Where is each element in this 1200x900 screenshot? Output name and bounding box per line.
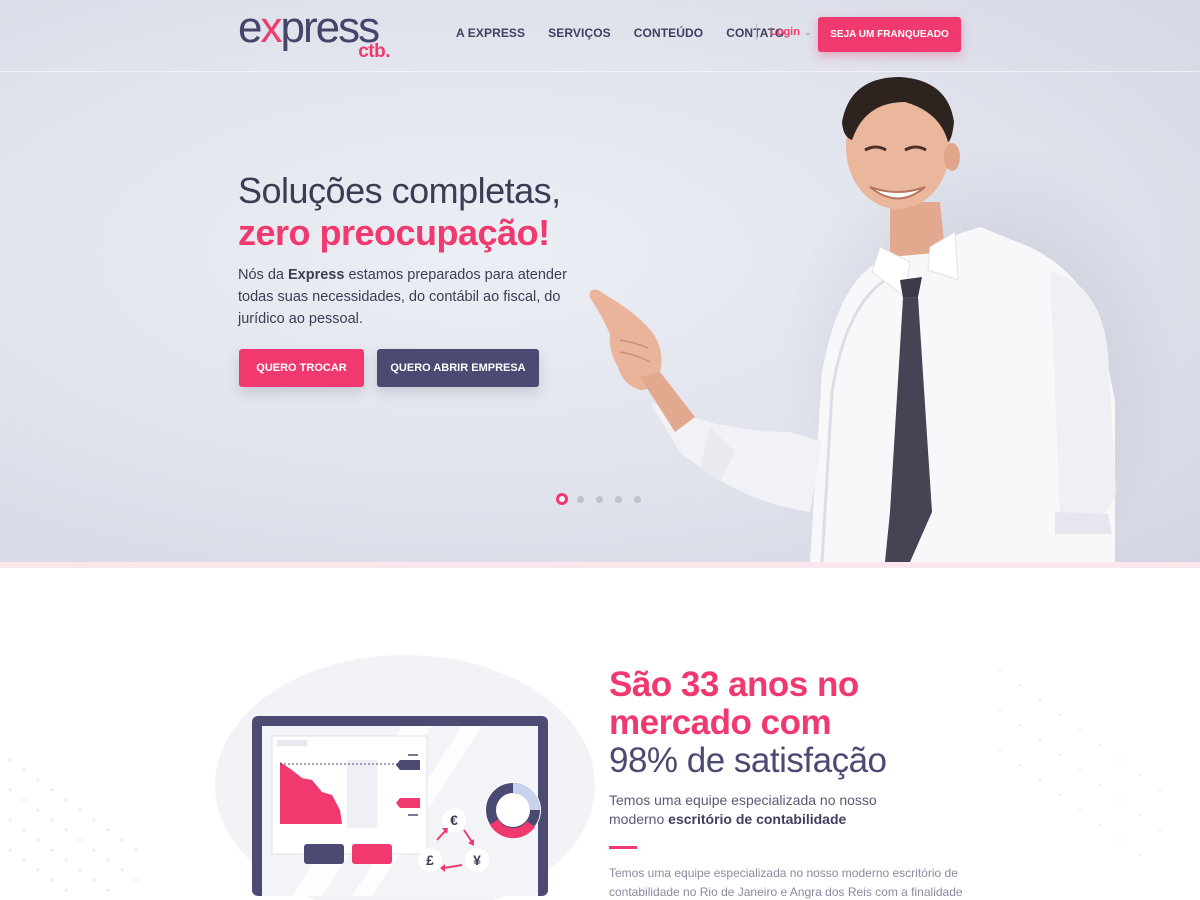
- pound-icon: £: [418, 848, 442, 872]
- slider-dot-5[interactable]: [634, 495, 641, 503]
- hero-divider: [0, 562, 1200, 568]
- nav-servicos[interactable]: SERVIÇOS: [548, 26, 611, 40]
- hero-text-pre: Nós da: [238, 267, 288, 283]
- login-label: Login: [770, 26, 800, 38]
- dotted-pattern-right: [998, 668, 1162, 857]
- hero-title-line2: zero preocupação!: [238, 212, 550, 253]
- hero-section: [0, 0, 1200, 562]
- laptop-illustration: € £ ¥: [252, 716, 548, 896]
- about-accent-line: [609, 846, 637, 849]
- about-body-line1: Temos uma equipe especializada no nosso …: [609, 866, 958, 880]
- quero-trocar-button[interactable]: QUERO TROCAR: [239, 349, 364, 387]
- about-subtitle-line1: Temos uma equipe especializada no nosso: [609, 792, 877, 808]
- donut-chart-icon: [485, 782, 541, 839]
- euro-symbol: €: [450, 812, 458, 828]
- slider-dot-4[interactable]: [615, 495, 622, 503]
- about-subtitle-bold: escritório de contabilidade: [668, 811, 847, 827]
- hero-text-brand: Express: [287, 267, 345, 283]
- main-nav: A EXPRESS SERVIÇOS CONTEÚDO CONTATO: [456, 26, 807, 40]
- abrir-empresa-button[interactable]: QUERO ABRIR EMPRESA: [377, 349, 539, 387]
- about-title-line3: 98% de satisfação: [609, 741, 887, 780]
- logo-letter-x: x: [260, 3, 282, 52]
- yen-icon: ¥: [465, 848, 489, 872]
- dotted-pattern-left: [8, 758, 138, 892]
- pound-symbol: £: [426, 852, 434, 868]
- slider-dots: [556, 493, 653, 505]
- slider-dot-1[interactable]: [556, 493, 568, 505]
- about-title-line1: São 33 anos no: [609, 665, 859, 704]
- site-header: express ctb. A EXPRESS SERVIÇOS CONTEÚDO…: [0, 0, 1200, 72]
- express-logo[interactable]: express ctb.: [238, 6, 398, 64]
- hero-description: Nós da Express estamos preparados para a…: [238, 264, 568, 330]
- hero-title-line1: Soluções completas,: [238, 170, 561, 211]
- yen-symbol: ¥: [473, 852, 481, 868]
- slider-dot-3[interactable]: [596, 495, 603, 503]
- about-subtitle-pre: moderno: [609, 811, 669, 827]
- about-title-line2: mercado com: [609, 703, 832, 742]
- about-body-line2: contabilidade no Rio de Janeiro e Angra …: [609, 885, 963, 899]
- login-dropdown[interactable]: Login ⌄: [770, 26, 811, 38]
- chevron-down-icon: ⌄: [803, 27, 812, 37]
- about-subtitle-line2: moderno escritório de contabilidade: [609, 811, 846, 827]
- nav-conteudo[interactable]: CONTEÚDO: [634, 26, 703, 40]
- logo-wordmark: express: [238, 3, 380, 52]
- slider-dot-2[interactable]: [577, 495, 584, 503]
- logo-subtext: ctb.: [358, 41, 390, 62]
- logo-letter-e: e: [238, 3, 263, 52]
- hero-man-image: [589, 77, 1180, 562]
- nav-a-express[interactable]: A EXPRESS: [456, 26, 525, 40]
- nav-separator: [756, 24, 757, 40]
- franchise-button[interactable]: SEJA UM FRANQUEADO: [818, 17, 961, 52]
